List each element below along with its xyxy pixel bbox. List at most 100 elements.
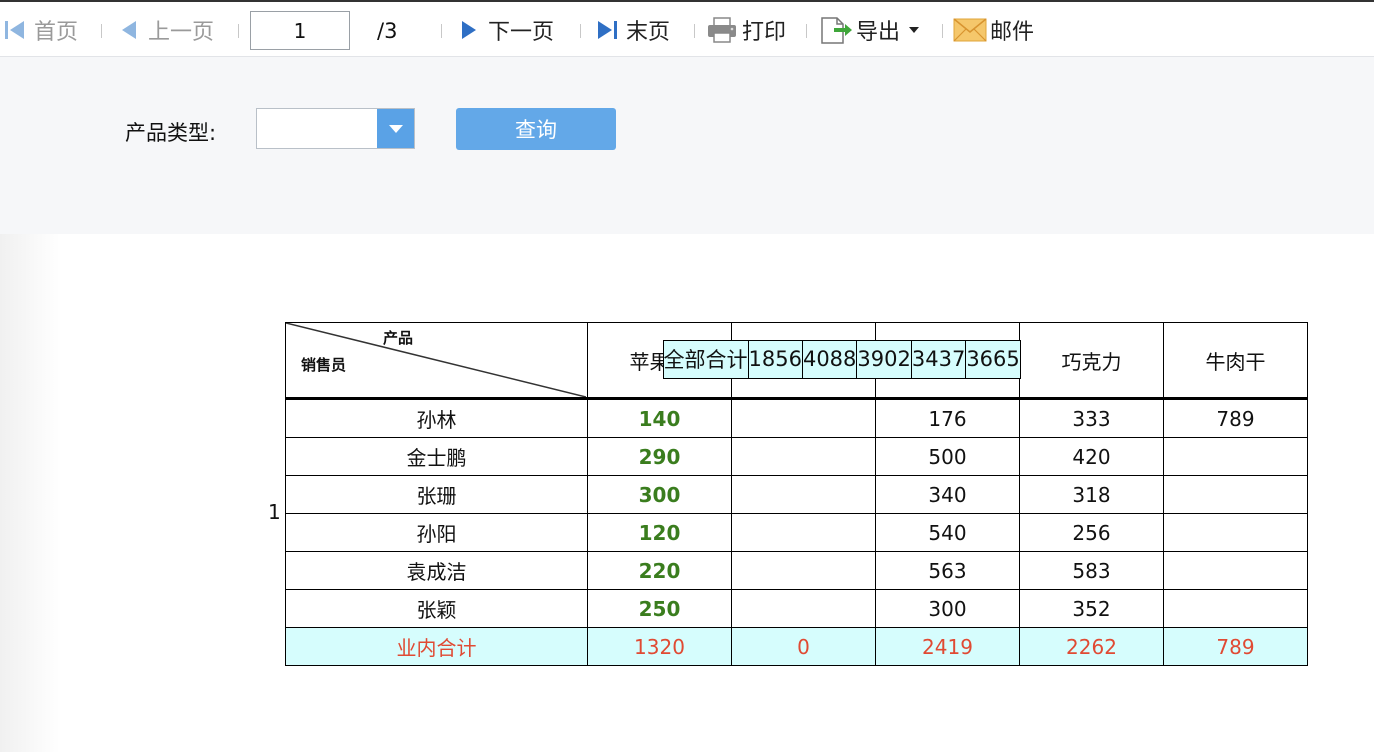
printer-icon [708, 17, 736, 43]
value-cell: 250 [587, 589, 732, 628]
header-corner-cell: 产品 销售员 [285, 322, 588, 400]
value-cell: 256 [1019, 513, 1164, 552]
total-cell: 3902 [856, 339, 912, 379]
total-pages: /3 [377, 19, 398, 43]
product-type-select[interactable] [256, 108, 415, 149]
query-button[interactable]: 查询 [456, 108, 616, 150]
sales-report-table: 产品 销售员 苹果汁 牛奶 柳橙汁 巧克力 牛肉干 孙林 140 176 333… [285, 322, 1308, 666]
value-cell: 352 [1019, 589, 1164, 628]
prev-page-button[interactable]: 上一页 [120, 12, 214, 48]
value-cell: 500 [875, 437, 1020, 476]
total-cell: 4088 [801, 339, 858, 379]
value-cell [731, 551, 876, 590]
salesperson-cell: 张珊 [285, 475, 588, 514]
salesperson-cell: 张颖 [285, 589, 588, 628]
parameter-panel: 产品类型: 查询 [0, 57, 1374, 234]
value-cell: 140 [587, 398, 732, 438]
total-cell: 1856 [747, 339, 803, 379]
grand-total-row: 全部合计 1856 4088 3902 3437 3665 [662, 339, 1021, 379]
salesperson-cell: 孙林 [285, 398, 588, 438]
total-cell: 3437 [910, 339, 967, 379]
next-page-icon [462, 21, 476, 39]
subtotal-label-cell: 业内合计 [285, 627, 588, 666]
product-type-label: 产品类型: [125, 121, 217, 145]
subtotal-cell: 1320 [587, 627, 732, 666]
table-row: 袁成洁 220 563 583 [285, 551, 1308, 590]
value-cell: 420 [1019, 437, 1164, 476]
print-label: 打印 [742, 20, 787, 45]
toolbar-separator [101, 24, 102, 38]
total-cell: 3665 [965, 339, 1021, 379]
salesperson-cell: 孙阳 [285, 513, 588, 552]
toolbar-separator [806, 24, 807, 38]
value-cell [1163, 437, 1308, 476]
toolbar-separator [694, 24, 695, 38]
page-number-marker: 1 [268, 500, 281, 524]
print-button[interactable]: 打印 [706, 12, 786, 48]
last-page-button[interactable]: 末页 [596, 12, 670, 48]
last-page-label: 末页 [626, 20, 671, 45]
value-cell [731, 589, 876, 628]
first-page-label: 首页 [34, 20, 79, 45]
value-cell: 318 [1019, 475, 1164, 514]
salesperson-cell: 金士鹏 [285, 437, 588, 476]
value-cell: 220 [587, 551, 732, 590]
subtotal-row: 业内合计 1320 0 2419 2262 789 [285, 627, 1308, 666]
chevron-down-icon [909, 27, 920, 33]
subtotal-cell: 2419 [875, 627, 1020, 666]
value-cell: 176 [875, 398, 1020, 438]
export-icon [821, 17, 852, 44]
subtotal-cell: 0 [731, 627, 876, 666]
value-cell [1163, 513, 1308, 552]
subtotal-cell: 2262 [1019, 627, 1164, 666]
table-row: 孙林 140 176 333 789 [285, 398, 1308, 438]
last-page-icon [598, 21, 617, 39]
page-number-input[interactable] [250, 11, 350, 50]
first-page-button[interactable]: 首页 [4, 12, 78, 48]
value-cell: 540 [875, 513, 1020, 552]
page-edge-shadow [0, 234, 60, 752]
table-row: 张颖 250 300 352 [285, 589, 1308, 628]
subtotal-cell: 789 [1163, 627, 1308, 666]
next-page-button[interactable]: 下一页 [460, 12, 554, 48]
salesperson-cell: 袁成洁 [285, 551, 588, 590]
value-cell: 300 [875, 589, 1020, 628]
export-label: 导出 [856, 20, 901, 45]
value-cell: 340 [875, 475, 1020, 514]
value-cell: 290 [587, 437, 732, 476]
mail-icon [953, 18, 987, 42]
value-cell [731, 513, 876, 552]
table-row: 张珊 300 340 318 [285, 475, 1308, 514]
value-cell [1163, 589, 1308, 628]
table-row: 孙阳 120 540 256 [285, 513, 1308, 552]
column-header: 牛肉干 [1163, 322, 1308, 400]
value-cell: 789 [1163, 398, 1308, 438]
corner-product-label: 产品 [383, 329, 414, 347]
value-cell [731, 475, 876, 514]
toolbar-separator [942, 24, 943, 38]
value-cell: 563 [875, 551, 1020, 590]
dropdown-button[interactable] [377, 109, 414, 148]
value-cell: 333 [1019, 398, 1164, 438]
corner-salesperson-label: 销售员 [301, 356, 347, 374]
prev-page-icon [122, 21, 136, 39]
chevron-down-icon [388, 124, 403, 133]
value-cell [731, 437, 876, 476]
value-cell: 300 [587, 475, 732, 514]
next-page-label: 下一页 [488, 20, 555, 45]
value-cell: 583 [1019, 551, 1164, 590]
email-button[interactable]: 邮件 [953, 12, 1034, 48]
toolbar-separator [238, 24, 239, 38]
toolbar-separator [441, 24, 442, 38]
export-button[interactable]: 导出 [819, 12, 920, 48]
report-toolbar: 首页 上一页 /3 下一页 末页 打印 [0, 0, 1374, 57]
value-cell [1163, 475, 1308, 514]
total-label-cell: 全部合计 [662, 339, 749, 379]
table-row: 金士鹏 290 500 420 [285, 437, 1308, 476]
value-cell [731, 398, 876, 438]
value-cell [1163, 551, 1308, 590]
first-page-icon [5, 21, 24, 39]
email-label: 邮件 [990, 20, 1035, 45]
column-header: 巧克力 [1019, 322, 1164, 400]
toolbar-separator [580, 24, 581, 38]
